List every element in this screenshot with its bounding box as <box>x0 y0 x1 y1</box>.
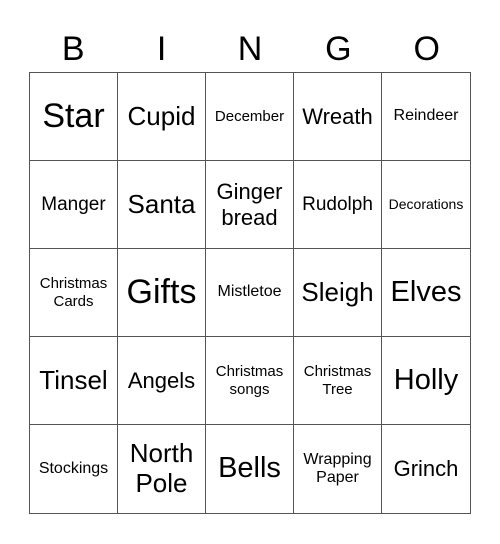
bingo-cell[interactable]: Grinch <box>382 425 470 513</box>
header-letter-b: B <box>61 30 85 68</box>
bingo-cell[interactable]: Manger <box>30 161 118 249</box>
bingo-cell[interactable]: Angels <box>118 337 206 425</box>
bingo-cell[interactable]: Christmas songs <box>206 337 294 425</box>
bingo-cell[interactable]: Cupid <box>118 73 206 161</box>
bingo-cell[interactable]: Stockings <box>30 425 118 513</box>
bingo-cell[interactable]: Reindeer <box>382 73 470 161</box>
bingo-cell[interactable]: Ginger bread <box>206 161 294 249</box>
bingo-cell[interactable]: Elves <box>382 249 470 337</box>
bingo-cell[interactable]: Wreath <box>294 73 382 161</box>
bingo-cell[interactable]: Decorations <box>382 161 470 249</box>
bingo-cell[interactable]: Christmas Cards <box>30 249 118 337</box>
bingo-cell[interactable]: Star <box>30 73 118 161</box>
header-letter-n: N <box>237 30 263 68</box>
bingo-cell[interactable]: Gifts <box>118 249 206 337</box>
bingo-cell[interactable]: December <box>206 73 294 161</box>
bingo-cell[interactable]: Santa <box>118 161 206 249</box>
header-letter-g: G <box>325 30 352 68</box>
bingo-cell[interactable]: Christmas Tree <box>294 337 382 425</box>
bingo-cell[interactable]: North Pole <box>118 425 206 513</box>
bingo-header: B I N G O <box>29 26 471 72</box>
header-letter-i: I <box>156 30 167 68</box>
bingo-cell[interactable]: Mistletoe <box>206 249 294 337</box>
bingo-cell[interactable]: Holly <box>382 337 470 425</box>
bingo-cell[interactable]: Bells <box>206 425 294 513</box>
bingo-cell[interactable]: Sleigh <box>294 249 382 337</box>
header-letter-o: O <box>413 30 440 68</box>
bingo-cell[interactable]: Wrapping Paper <box>294 425 382 513</box>
bingo-grid: Star Cupid December Wreath Reindeer Mang… <box>29 72 471 514</box>
bingo-cell[interactable]: Rudolph <box>294 161 382 249</box>
bingo-cell[interactable]: Tinsel <box>30 337 118 425</box>
